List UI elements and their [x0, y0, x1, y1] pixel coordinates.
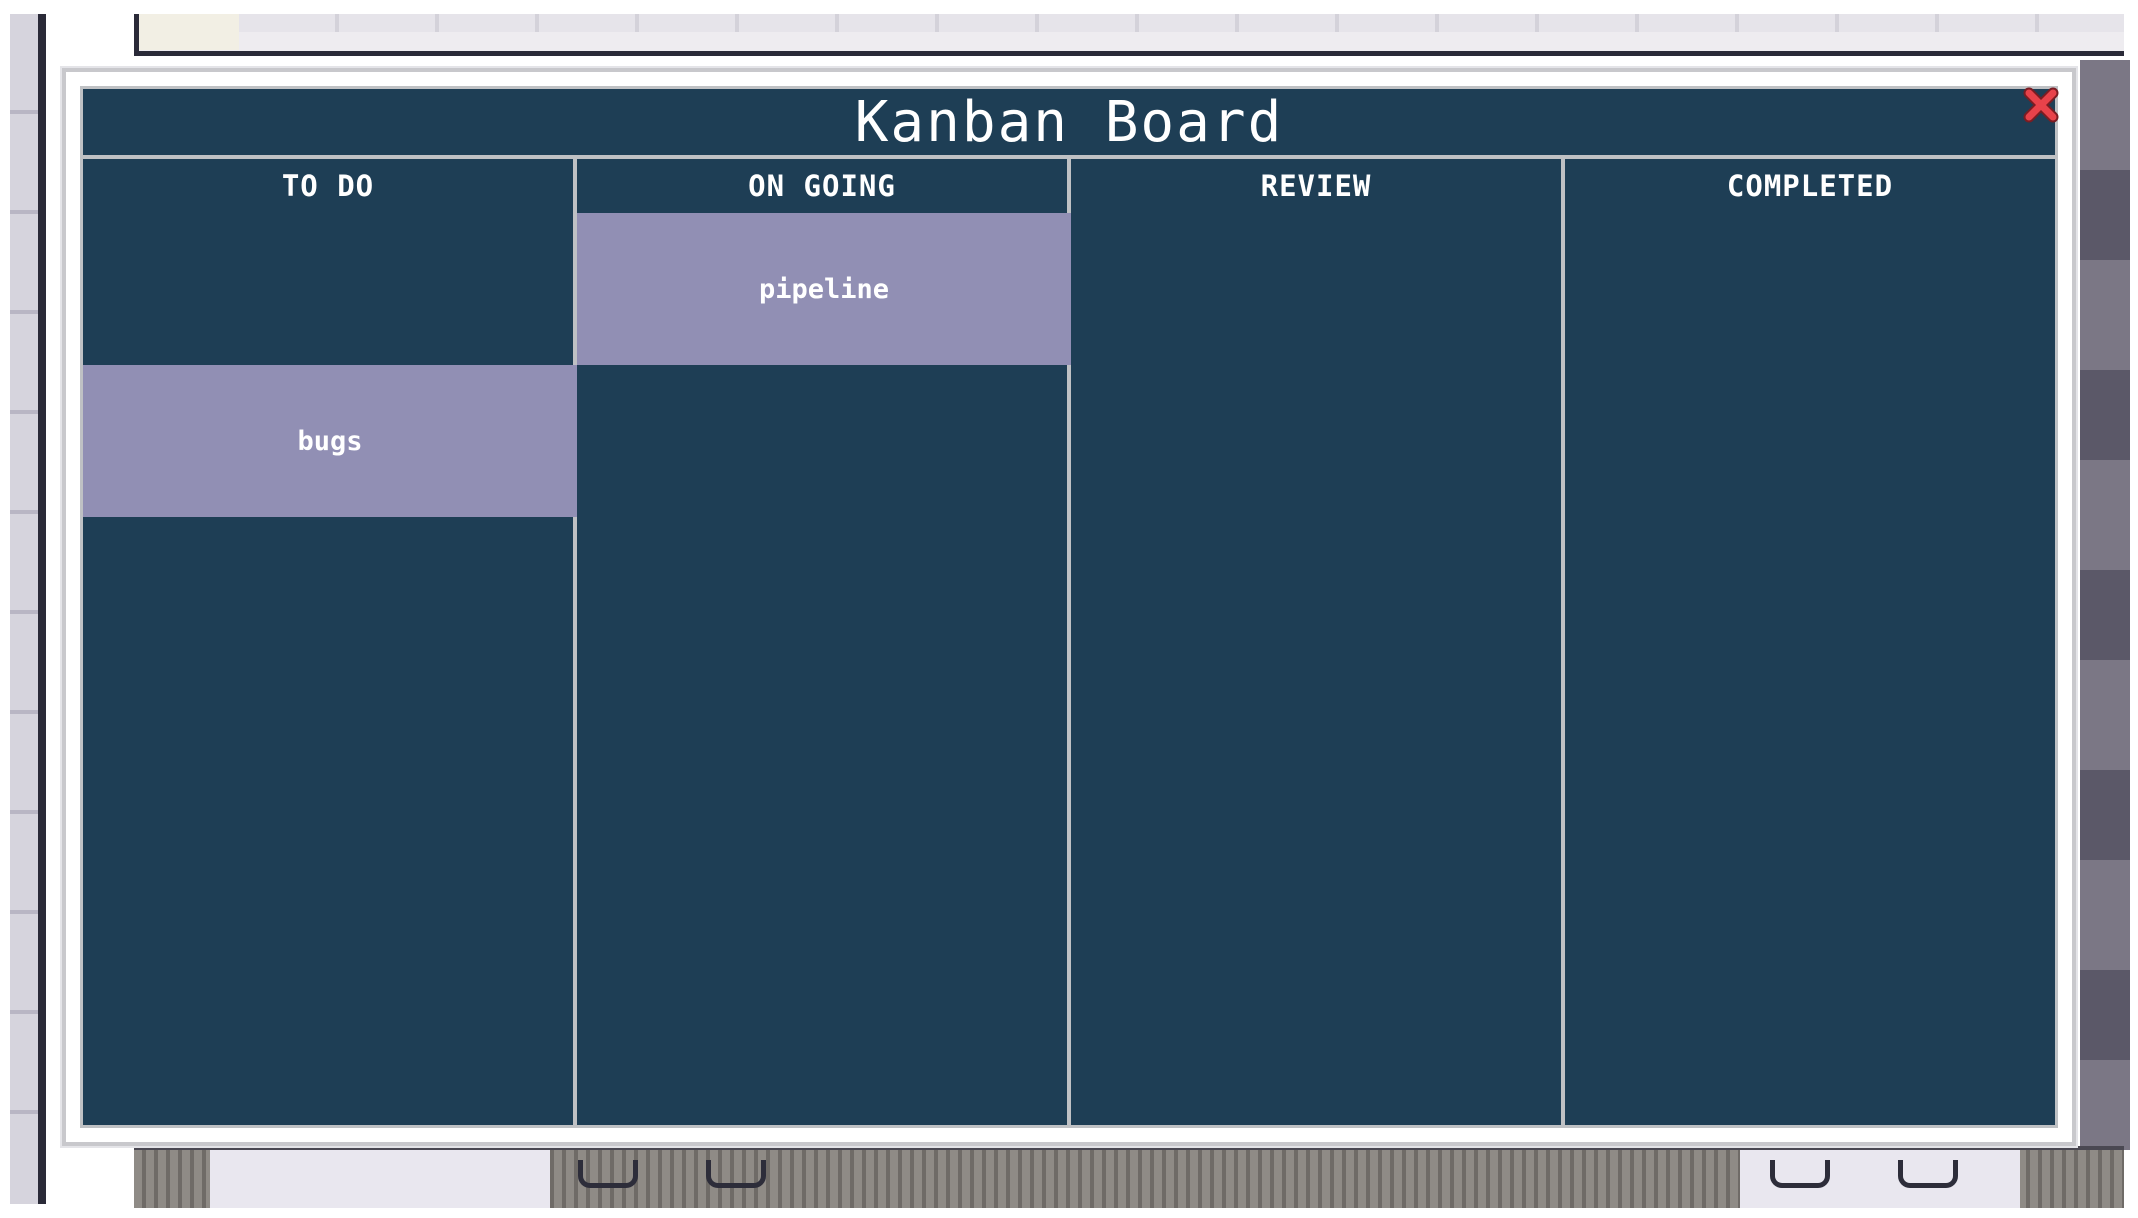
kanban-board-modal: Kanban Board TO DO bugs ON GOING pipelin… — [62, 68, 2076, 1146]
board-columns: TO DO bugs ON GOING pipeline REVIEW COMP… — [83, 159, 2055, 1125]
background-chair-icon — [1770, 1160, 1830, 1188]
screen: Kanban Board TO DO bugs ON GOING pipelin… — [0, 0, 2138, 1218]
background-chair-icon — [578, 1160, 638, 1188]
background-chair-icon — [706, 1160, 766, 1188]
background-wall-right — [2080, 60, 2130, 1150]
close-x-icon — [2023, 87, 2059, 123]
column-review[interactable]: REVIEW — [1071, 159, 1565, 1125]
background-wall-left — [10, 14, 38, 1204]
column-header-ongoing: ON GOING — [748, 169, 896, 203]
close-button[interactable] — [2021, 85, 2061, 125]
background-wall-edge — [38, 14, 46, 1204]
column-header-todo: TO DO — [281, 169, 375, 203]
column-header-completed: COMPLETED — [1726, 169, 1894, 203]
card-pipeline[interactable]: pipeline — [577, 213, 1071, 365]
column-ongoing[interactable]: ON GOING pipeline — [577, 159, 1071, 1125]
title-bar: Kanban Board — [83, 89, 2055, 159]
kanban-board-panel: Kanban Board TO DO bugs ON GOING pipelin… — [80, 85, 2061, 1128]
card-bugs[interactable]: bugs — [83, 365, 577, 517]
background-top-rail — [134, 14, 2124, 56]
column-header-review: REVIEW — [1260, 169, 1372, 203]
column-todo[interactable]: TO DO bugs — [83, 159, 577, 1125]
background-floor-tile — [210, 1146, 550, 1208]
background-chair-icon — [1898, 1160, 1958, 1188]
column-completed[interactable]: COMPLETED — [1565, 159, 2055, 1125]
board-title: Kanban Board — [854, 89, 1284, 155]
